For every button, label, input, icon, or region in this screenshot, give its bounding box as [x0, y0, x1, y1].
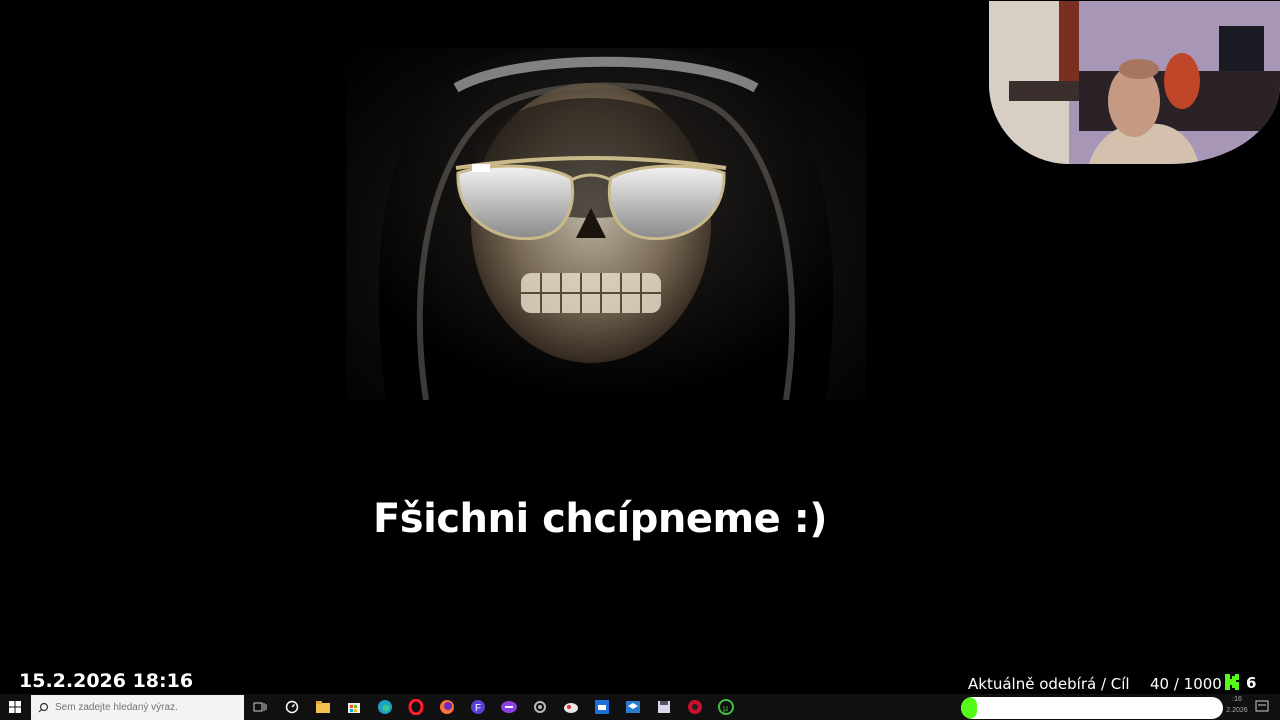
windows-icon: [9, 701, 21, 713]
obs-icon[interactable]: [685, 697, 705, 717]
mail-app-icon[interactable]: [592, 697, 612, 717]
settings-icon[interactable]: [530, 697, 550, 717]
sub-goal-count: 40 / 1000: [1150, 675, 1222, 693]
clock-app-icon[interactable]: [282, 697, 302, 717]
task-view-icon[interactable]: [250, 697, 270, 717]
sub-goal-progress-fill: [961, 697, 977, 719]
opera-icon[interactable]: [406, 697, 426, 717]
store-icon[interactable]: [344, 697, 364, 717]
webcam-overlay: [989, 1, 1280, 164]
cloud-app-icon[interactable]: [561, 697, 581, 717]
sub-goal-progress-bar: [961, 697, 1223, 719]
grim-reaper-image: [346, 48, 866, 400]
taskbar-search[interactable]: [31, 695, 244, 720]
app-f-icon[interactable]: F: [468, 697, 488, 717]
firefox-icon[interactable]: [437, 697, 457, 717]
edge-icon[interactable]: [375, 697, 395, 717]
file-explorer-icon[interactable]: [313, 697, 333, 717]
tray-clock[interactable]: :16 2.2026: [1222, 694, 1252, 716]
meme-caption: Fšichni chcípneme :): [372, 496, 828, 542]
stream-datetime: 15.2.2026 18:16: [19, 670, 194, 692]
kick-count: 6: [1246, 674, 1257, 692]
sub-goal-label: Aktuálně odebírá / Cíl: [968, 675, 1130, 693]
search-input[interactable]: [55, 702, 235, 713]
kick-logo-icon: [1224, 673, 1240, 691]
utorrent-icon[interactable]: µ: [716, 697, 736, 717]
svg-text:F: F: [475, 703, 481, 714]
search-icon: [38, 702, 49, 712]
vpn-icon[interactable]: [499, 697, 519, 717]
virtualbox-icon[interactable]: [623, 697, 643, 717]
start-button[interactable]: [0, 694, 30, 720]
save-app-icon[interactable]: [654, 697, 674, 717]
notification-icon[interactable]: [1255, 699, 1269, 713]
svg-text:µ: µ: [723, 703, 728, 713]
